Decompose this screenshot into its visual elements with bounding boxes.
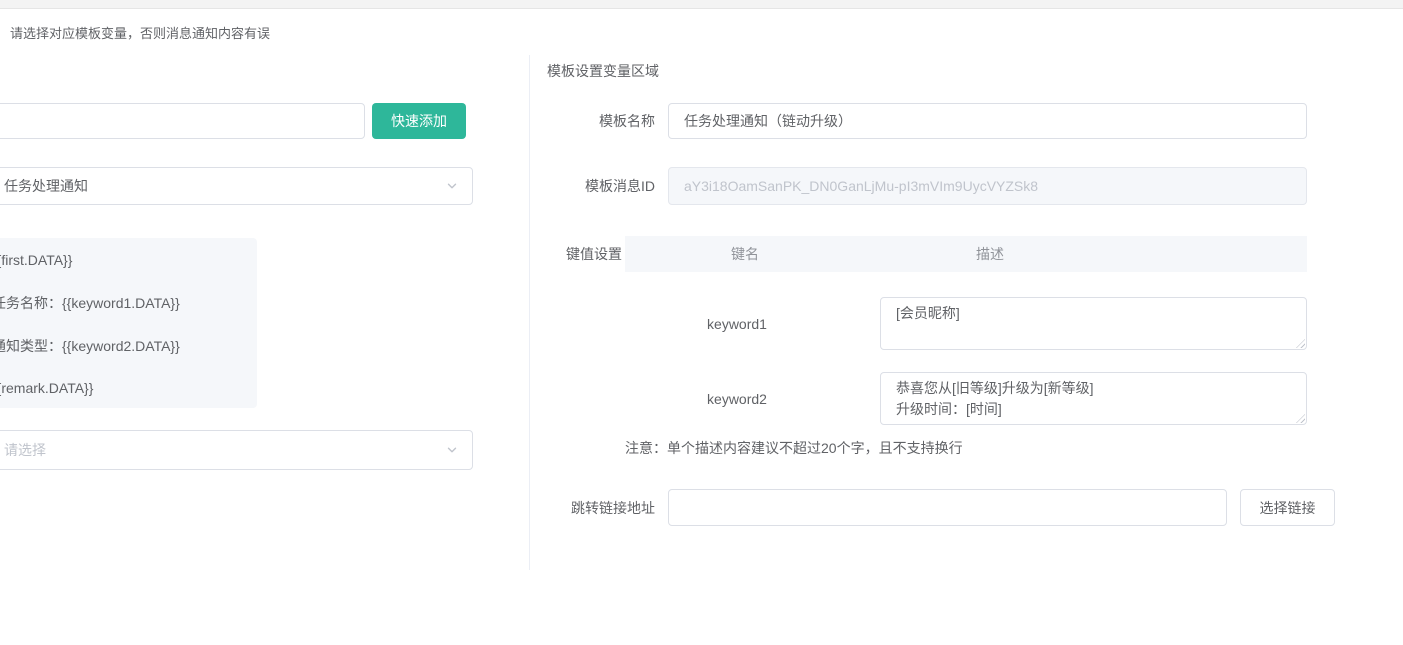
key-value-table-header: 键名 描述 xyxy=(625,236,1307,272)
variable-preview-box: {{first.DATA}} 任务名称：{{keyword1.DATA}} 通知… xyxy=(0,238,257,408)
jump-link-input[interactable] xyxy=(668,489,1227,526)
top-bar xyxy=(0,0,1403,9)
template-settings-page: 请选择对应模板变量，否则消息通知内容有误 快速添加 任务处理通知 {{first… xyxy=(0,0,1403,645)
choose-link-button[interactable]: 选择链接 xyxy=(1240,489,1335,526)
key-name-keyword2: keyword2 xyxy=(625,372,849,425)
column-divider xyxy=(529,55,530,570)
chevron-down-icon xyxy=(445,179,459,193)
key-name-keyword1: keyword1 xyxy=(625,297,849,350)
notice-text: 请选择对应模板变量，否则消息通知内容有误 xyxy=(10,26,270,42)
variable-select[interactable]: 请选择 xyxy=(0,430,473,470)
column-header-key: 键名 xyxy=(685,236,805,272)
description-note: 注意：单个描述内容建议不超过20个字，且不支持换行 xyxy=(625,440,963,456)
template-id-input xyxy=(668,167,1307,205)
template-name-input[interactable] xyxy=(668,103,1307,139)
description-field-wrap xyxy=(880,372,1307,425)
template-id-label: 模板消息ID xyxy=(540,167,655,205)
chevron-down-icon xyxy=(445,443,459,457)
variable-select-placeholder: 请选择 xyxy=(4,440,445,460)
variable-line: 任务名称：{{keyword1.DATA}} xyxy=(0,296,180,311)
template-name-label: 模板名称 xyxy=(540,103,655,139)
description-field-wrap xyxy=(880,297,1307,350)
template-type-select-value: 任务处理通知 xyxy=(4,176,445,196)
quick-add-input[interactable] xyxy=(0,103,365,139)
description-textarea-keyword1[interactable] xyxy=(880,297,1307,350)
variable-line: {{first.DATA}} xyxy=(0,253,72,268)
description-textarea-keyword2[interactable] xyxy=(880,372,1307,425)
key-value-label: 键值设置 xyxy=(540,236,622,272)
jump-link-label: 跳转链接地址 xyxy=(540,489,655,526)
variable-line: 通知类型：{{keyword2.DATA}} xyxy=(0,339,180,354)
section-title: 模板设置变量区域 xyxy=(547,63,659,79)
variable-line: {{remark.DATA}} xyxy=(0,381,93,396)
quick-add-button[interactable]: 快速添加 xyxy=(372,103,466,139)
template-type-select[interactable]: 任务处理通知 xyxy=(0,167,473,205)
column-header-description: 描述 xyxy=(930,236,1050,272)
